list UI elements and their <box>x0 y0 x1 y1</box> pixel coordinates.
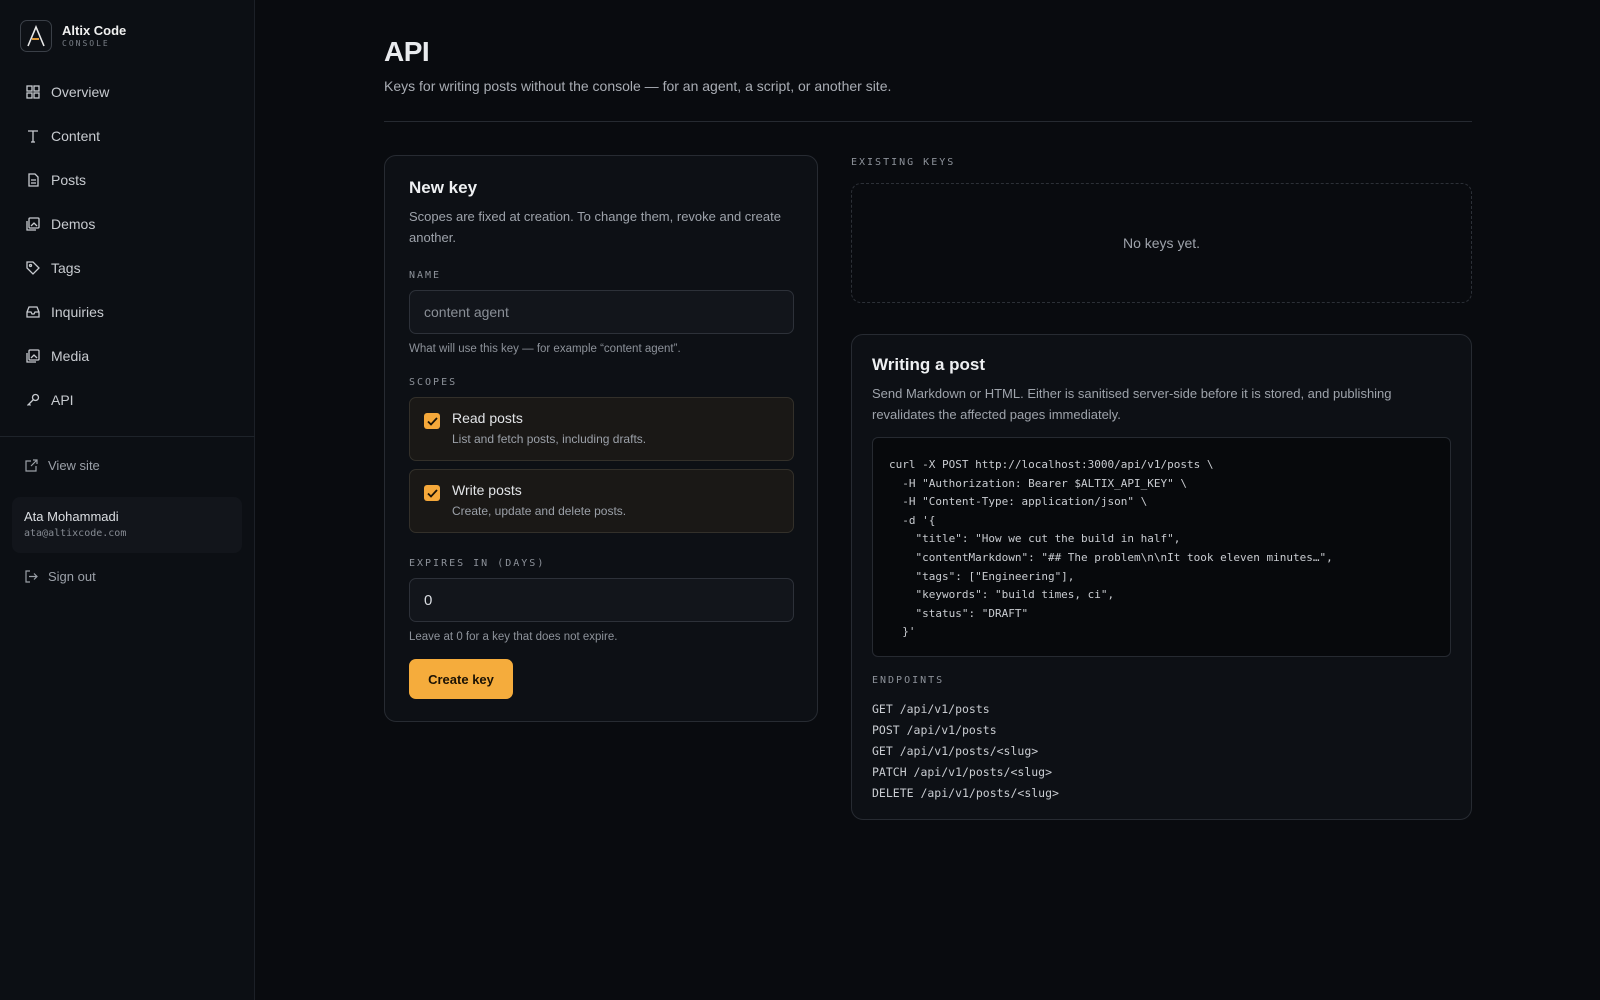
scope-read-posts[interactable]: Read posts List and fetch posts, includi… <box>409 397 794 461</box>
scope-title: Write posts <box>452 482 522 498</box>
scope-title: Read posts <box>452 410 523 426</box>
sign-out-button[interactable]: Sign out <box>25 569 96 584</box>
scope-description: List and fetch posts, including drafts. <box>452 432 647 446</box>
inbox-icon <box>25 304 41 320</box>
endpoint-item: PATCH /api/v1/posts/<slug> <box>872 765 1053 779</box>
scope-write-posts[interactable]: Write posts Create, update and delete po… <box>409 469 794 533</box>
sidebar-item-label: Demos <box>51 216 96 232</box>
read-posts-checkbox[interactable] <box>424 413 440 429</box>
image-icon <box>25 348 41 364</box>
check-icon <box>426 488 438 498</box>
existing-keys-empty: No keys yet. <box>851 183 1472 303</box>
text-icon <box>25 128 41 144</box>
document-icon <box>25 172 41 188</box>
sidebar: Altix Code CONSOLE Overview Content Post… <box>0 0 255 1000</box>
view-site-label: View site <box>48 458 100 473</box>
sidebar-item-label: Media <box>51 348 90 364</box>
sidebar-nav: Overview Content Posts Demos Tags Inquir… <box>0 70 255 422</box>
endpoints-label: ENDPOINTS <box>872 675 945 686</box>
page-title: API <box>384 36 430 67</box>
curl-example-code[interactable]: curl -X POST http://localhost:3000/api/v… <box>872 437 1451 657</box>
key-icon <box>25 392 41 408</box>
a-logo-icon <box>20 20 52 52</box>
writing-post-card: Writing a post Send Markdown or HTML. Ei… <box>851 334 1472 820</box>
page-subtitle: Keys for writing posts without the conso… <box>384 78 892 94</box>
sidebar-item-content[interactable]: Content <box>0 114 255 158</box>
user-card: Ata Mohammadi ata@altixcode.com <box>12 497 242 553</box>
sidebar-item-media[interactable]: Media <box>0 334 255 378</box>
header-divider <box>384 121 1472 122</box>
sidebar-item-api[interactable]: API <box>0 378 255 422</box>
sidebar-item-inquiries[interactable]: Inquiries <box>0 290 255 334</box>
name-hint: What will use this key — for example “co… <box>409 343 681 355</box>
sidebar-item-label: API <box>51 392 74 408</box>
scopes-label: SCOPES <box>409 377 458 388</box>
gallery-icon <box>25 216 41 232</box>
existing-keys-label: EXISTING KEYS <box>851 157 956 168</box>
new-key-card: New key Scopes are fixed at creation. To… <box>384 155 818 722</box>
view-site-link[interactable]: View site <box>25 458 100 473</box>
name-input[interactable] <box>409 290 794 334</box>
expires-hint: Leave at 0 for a key that does not expir… <box>409 631 618 643</box>
endpoint-item: DELETE /api/v1/posts/<slug> <box>872 786 1059 800</box>
write-posts-checkbox[interactable] <box>424 485 440 501</box>
sidebar-item-tags[interactable]: Tags <box>0 246 255 290</box>
user-email: ata@altixcode.com <box>24 528 127 539</box>
name-label: NAME <box>409 270 442 281</box>
expires-label: EXPIRES IN (DAYS) <box>409 558 546 569</box>
sign-out-label: Sign out <box>48 569 96 584</box>
writing-post-description: Send Markdown or HTML. Either is sanitis… <box>872 386 1392 422</box>
external-link-icon <box>25 459 39 473</box>
user-name: Ata Mohammadi <box>24 509 119 524</box>
scope-description: Create, update and delete posts. <box>452 504 627 518</box>
brand-subtitle: CONSOLE <box>62 39 110 48</box>
empty-state-text: No keys yet. <box>1122 235 1201 251</box>
tag-icon <box>25 260 41 276</box>
sidebar-item-label: Overview <box>51 84 110 100</box>
brand-name: Altix Code <box>62 23 127 38</box>
endpoint-item: GET /api/v1/posts/<slug> <box>872 744 1039 758</box>
grid-icon <box>25 84 41 100</box>
expires-input[interactable] <box>409 578 794 622</box>
sidebar-item-label: Tags <box>51 260 81 276</box>
new-key-title: New key <box>409 178 478 197</box>
writing-post-title: Writing a post <box>872 355 986 374</box>
brand[interactable]: Altix Code CONSOLE <box>20 20 126 52</box>
sidebar-item-label: Posts <box>51 172 87 188</box>
new-key-description: Scopes are fixed at creation. To change … <box>409 209 781 245</box>
endpoint-item: POST /api/v1/posts <box>872 723 997 737</box>
sidebar-item-label: Content <box>51 128 101 144</box>
endpoints-list: GET /api/v1/posts POST /api/v1/posts GET… <box>872 699 1059 804</box>
sidebar-divider <box>0 436 255 437</box>
sidebar-item-demos[interactable]: Demos <box>0 202 255 246</box>
sidebar-item-label: Inquiries <box>51 304 104 320</box>
sidebar-item-posts[interactable]: Posts <box>0 158 255 202</box>
sign-out-icon <box>25 570 39 584</box>
check-icon <box>426 416 438 426</box>
create-key-button[interactable]: Create key <box>409 659 513 699</box>
endpoint-item: GET /api/v1/posts <box>872 702 990 716</box>
sidebar-item-overview[interactable]: Overview <box>0 70 255 114</box>
